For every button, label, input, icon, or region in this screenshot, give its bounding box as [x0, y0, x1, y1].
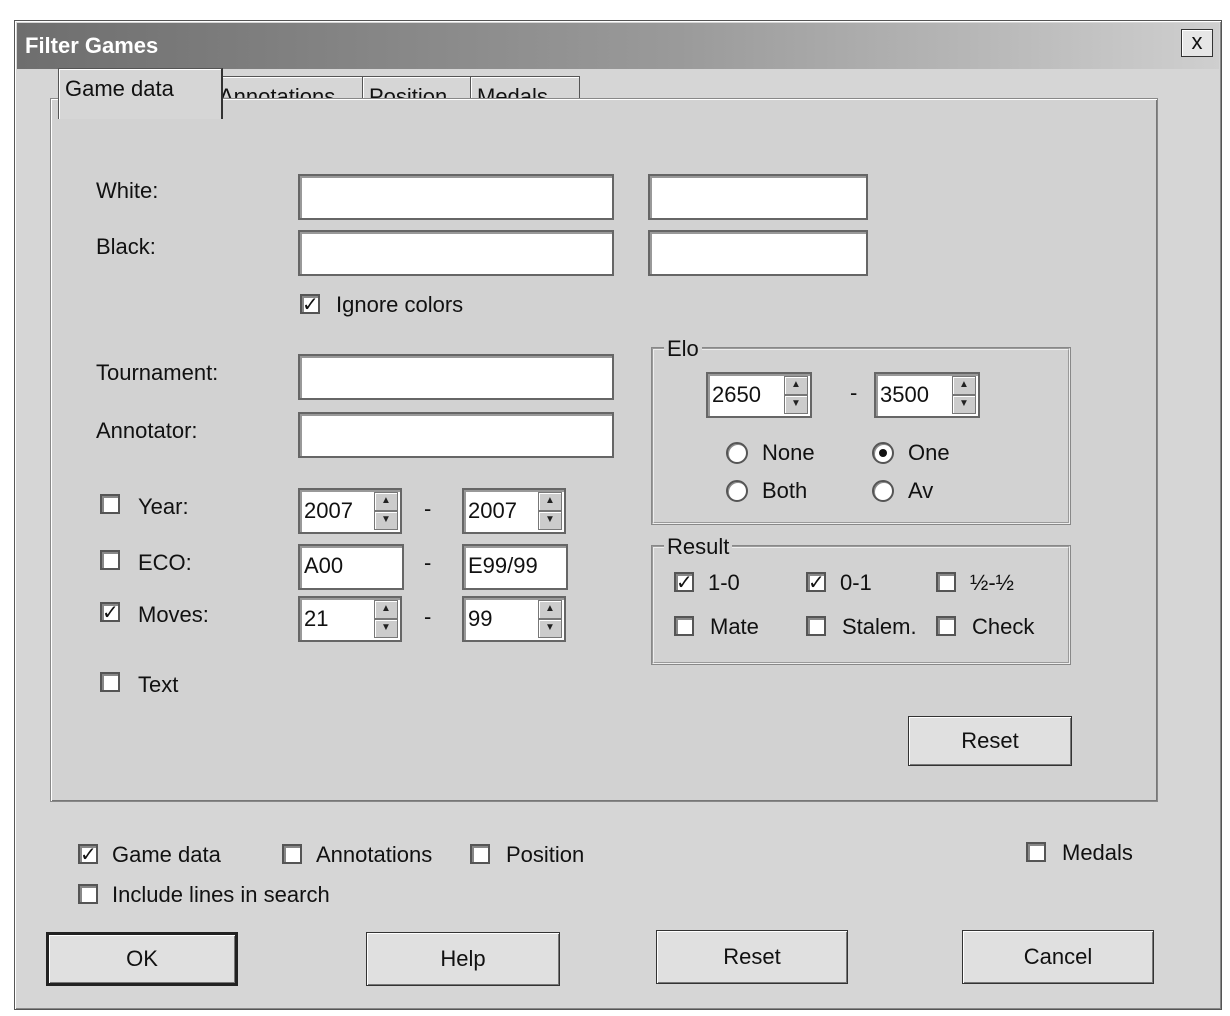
scope-game-data-label: Game data: [112, 842, 221, 867]
result-stalemate-label: Stalem.: [842, 614, 917, 639]
text-checkbox[interactable]: [100, 672, 120, 692]
include-lines-label: Include lines in search: [112, 882, 330, 907]
result-stalemate-checkbox[interactable]: [806, 616, 826, 636]
result-1-0-checkbox[interactable]: ✓: [674, 572, 694, 593]
black-name-field-2[interactable]: [648, 230, 868, 276]
scope-annotations-checkbox[interactable]: [282, 844, 302, 864]
spin-down-icon[interactable]: ▼: [952, 395, 976, 414]
elo-av-radio[interactable]: [872, 480, 894, 502]
elo-none-radio[interactable]: [726, 442, 748, 464]
include-lines-checkbox[interactable]: [78, 884, 98, 904]
elo-both-label: Both: [762, 478, 808, 503]
elo-one-radio[interactable]: [872, 442, 894, 464]
black-label: Black:: [96, 234, 156, 259]
year-from-value: 2007: [304, 498, 353, 523]
ignore-colors-label: Ignore colors: [336, 292, 464, 317]
elo-range-dash: -: [850, 380, 858, 405]
black-name-field-1[interactable]: [298, 230, 614, 276]
scope-medals-checkbox[interactable]: [1026, 842, 1046, 862]
spin-down-icon[interactable]: ▼: [538, 511, 562, 530]
tournament-field[interactable]: [298, 354, 614, 400]
ignore-colors-checkbox[interactable]: ✓: [300, 294, 320, 315]
spin-down-icon[interactable]: ▼: [374, 511, 398, 530]
eco-from-field[interactable]: A00: [298, 544, 404, 590]
result-0-1-checkbox[interactable]: ✓: [806, 572, 826, 593]
tab-game-data[interactable]: Game data: [58, 68, 223, 119]
moves-to-arrows[interactable]: ▲ ▼: [538, 600, 562, 638]
moves-range-dash: -: [424, 604, 432, 629]
moves-to-value: 99: [468, 606, 493, 631]
result-1-0-label: 1-0: [708, 570, 740, 595]
moves-from-arrows[interactable]: ▲ ▼: [374, 600, 398, 638]
help-button[interactable]: Help: [366, 932, 560, 986]
year-checkbox[interactable]: [100, 494, 120, 514]
radio-selected-dot: [879, 449, 887, 457]
panel-reset-button[interactable]: Reset: [908, 716, 1072, 766]
year-to-value: 2007: [468, 498, 517, 523]
close-button[interactable]: x: [1181, 29, 1213, 57]
result-draw-label: ½-½: [970, 570, 1015, 595]
eco-checkbox[interactable]: [100, 550, 120, 570]
moves-to-spinner[interactable]: 99 ▲ ▼: [462, 596, 566, 642]
text-label: Text: [138, 672, 179, 697]
year-label: Year:: [138, 494, 189, 519]
white-name-field-2[interactable]: [648, 174, 868, 220]
elo-to-spinner[interactable]: 3500 ▲ ▼: [874, 372, 980, 418]
elo-both-radio[interactable]: [726, 480, 748, 502]
window-title: Filter Games: [25, 33, 159, 58]
cancel-button[interactable]: Cancel: [962, 930, 1154, 984]
elo-none-label: None: [762, 440, 815, 465]
scope-position-label: Position: [506, 842, 585, 867]
result-group: [652, 546, 1070, 664]
moves-from-value: 21: [304, 606, 329, 631]
scope-medals-label: Medals: [1062, 840, 1133, 865]
scope-game-data-checkbox[interactable]: ✓: [78, 844, 98, 865]
elo-to-arrows[interactable]: ▲ ▼: [952, 376, 976, 414]
title-bar: Filter Games x: [17, 23, 1219, 69]
eco-to-field[interactable]: E99/99: [462, 544, 568, 590]
eco-label: ECO:: [138, 550, 192, 575]
year-range-dash: -: [424, 496, 432, 521]
white-name-field-1[interactable]: [298, 174, 614, 220]
scope-position-checkbox[interactable]: [470, 844, 490, 864]
year-from-arrows[interactable]: ▲ ▼: [374, 492, 398, 530]
year-to-spinner[interactable]: 2007 ▲ ▼: [462, 488, 566, 534]
spin-up-icon[interactable]: ▲: [538, 600, 562, 619]
elo-from-arrows[interactable]: ▲ ▼: [784, 376, 808, 414]
moves-label: Moves:: [138, 602, 209, 627]
elo-one-label: One: [908, 440, 950, 465]
result-draw-checkbox[interactable]: [936, 572, 956, 592]
annotator-field[interactable]: [298, 412, 614, 458]
annotator-label: Annotator:: [96, 418, 198, 443]
elo-group-title: Elo: [664, 336, 702, 362]
spin-up-icon[interactable]: ▲: [952, 376, 976, 395]
spin-up-icon[interactable]: ▲: [374, 600, 398, 619]
spin-up-icon[interactable]: ▲: [538, 492, 562, 511]
result-0-1-label: 0-1: [840, 570, 872, 595]
spin-up-icon[interactable]: ▲: [784, 376, 808, 395]
eco-range-dash: -: [424, 550, 432, 575]
white-label: White:: [96, 178, 159, 203]
year-from-spinner[interactable]: 2007 ▲ ▼: [298, 488, 402, 534]
scope-annotations-label: Annotations: [316, 842, 433, 867]
result-check-checkbox[interactable]: [936, 616, 956, 636]
spin-up-icon[interactable]: ▲: [374, 492, 398, 511]
result-mate-checkbox[interactable]: [674, 616, 694, 636]
elo-from-value: 2650: [712, 382, 761, 407]
result-group-title: Result: [664, 534, 733, 560]
elo-to-value: 3500: [880, 382, 929, 407]
spin-down-icon[interactable]: ▼: [374, 619, 398, 638]
elo-from-spinner[interactable]: 2650 ▲ ▼: [706, 372, 812, 418]
spin-down-icon[interactable]: ▼: [784, 395, 808, 414]
result-mate-label: Mate: [710, 614, 759, 639]
year-to-arrows[interactable]: ▲ ▼: [538, 492, 562, 530]
spin-down-icon[interactable]: ▼: [538, 619, 562, 638]
ok-button[interactable]: OK: [46, 932, 238, 986]
moves-from-spinner[interactable]: 21 ▲ ▼: [298, 596, 402, 642]
reset-button[interactable]: Reset: [656, 930, 848, 984]
result-check-label: Check: [972, 614, 1035, 639]
tournament-label: Tournament:: [96, 360, 219, 385]
elo-av-label: Av: [908, 478, 934, 503]
moves-checkbox[interactable]: ✓: [100, 602, 120, 623]
